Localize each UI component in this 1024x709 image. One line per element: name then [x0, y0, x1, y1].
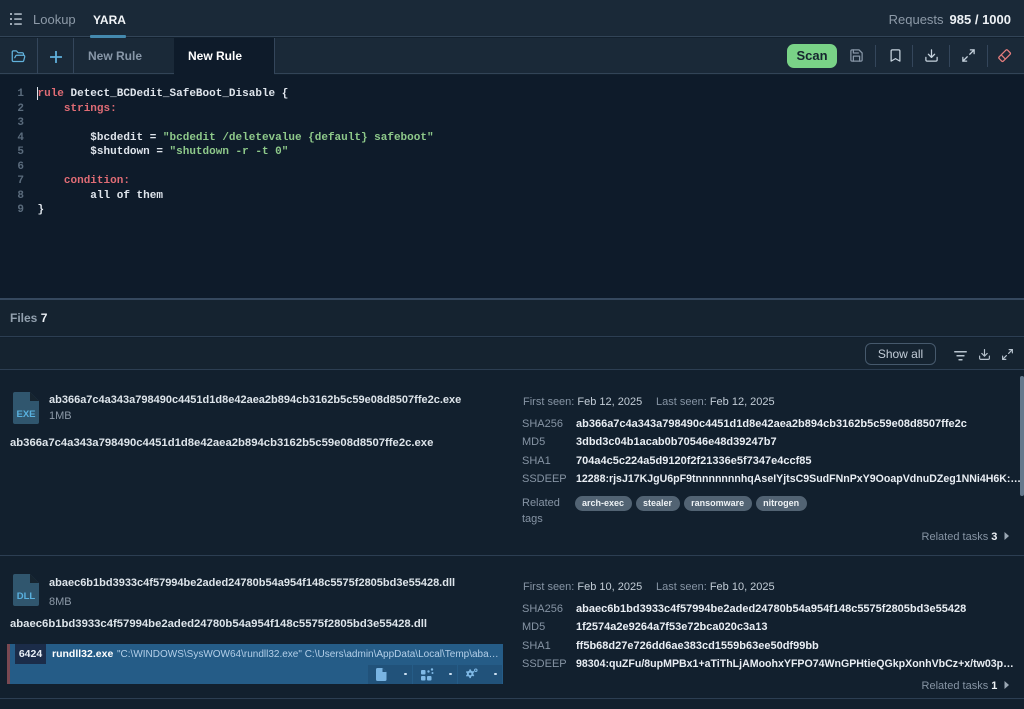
svg-text:DLL: DLL	[17, 591, 36, 602]
svg-text:EXE: EXE	[16, 409, 35, 420]
